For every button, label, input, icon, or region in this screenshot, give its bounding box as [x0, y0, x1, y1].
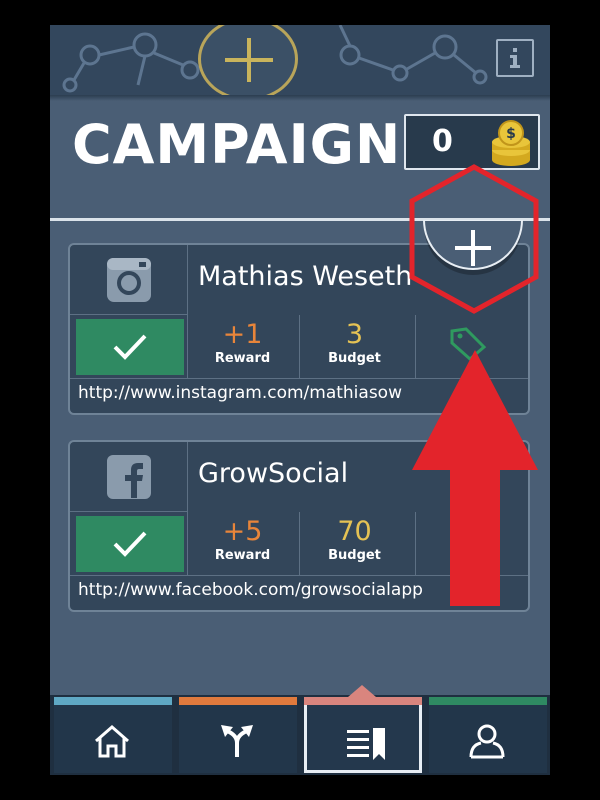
app-screen: CAMPAIGN 0 $ Mathias Weseth +1 Reward 3 … — [50, 25, 550, 775]
budget-label: Budget — [328, 351, 381, 366]
highlight-hexagon — [409, 164, 539, 314]
top-add-button[interactable] — [198, 25, 298, 95]
budget-label: Budget — [328, 548, 381, 563]
coin-stack-icon: $ — [492, 120, 530, 166]
reward-stat: +5 Reward — [187, 512, 297, 576]
accept-button[interactable] — [76, 319, 184, 375]
tab-color-bar — [179, 697, 297, 705]
reward-stat: +1 Reward — [187, 315, 297, 379]
reward-value: +1 — [222, 319, 263, 350]
tab-color-bar — [304, 697, 422, 705]
checkmark-icon — [113, 334, 147, 360]
directions-icon — [221, 725, 253, 757]
coin-balance: 0 $ — [404, 114, 540, 170]
svg-text:$: $ — [506, 126, 516, 142]
checkmark-icon — [113, 531, 147, 557]
campaign-url[interactable]: http://www.instagram.com/mathiasow — [78, 381, 402, 405]
highlight-arrow — [412, 350, 538, 606]
reward-label: Reward — [214, 351, 271, 366]
tab-campaigns[interactable] — [304, 697, 422, 773]
tab-directions[interactable] — [179, 697, 297, 773]
profile-icon — [469, 724, 505, 759]
tab-color-bar — [429, 697, 547, 705]
active-tab-pointer — [348, 685, 376, 697]
campaign-list-icon — [347, 728, 385, 760]
home-icon — [95, 725, 129, 758]
campaign-name: Mathias Weseth — [198, 261, 413, 292]
facebook-icon — [107, 455, 151, 499]
top-header — [50, 25, 550, 95]
page-title: CAMPAIGN — [72, 113, 402, 176]
budget-stat: 70 Budget — [299, 512, 409, 576]
tab-profile[interactable] — [429, 697, 547, 773]
budget-stat: 3 Budget — [299, 315, 409, 379]
budget-value: 70 — [337, 516, 372, 547]
info-button[interactable] — [496, 39, 534, 77]
platform-icon-box — [70, 245, 188, 315]
plus-icon — [225, 38, 273, 82]
nav-strip — [50, 685, 550, 695]
reward-value: +5 — [222, 516, 263, 547]
header-shadow — [50, 95, 550, 101]
reward-label: Reward — [214, 548, 271, 563]
campaign-name: GrowSocial — [198, 458, 349, 489]
budget-value: 3 — [345, 319, 364, 350]
info-icon — [510, 48, 520, 68]
tab-home[interactable] — [54, 697, 172, 773]
bottom-nav — [50, 685, 550, 775]
coin-count: 0 — [432, 124, 453, 159]
campaign-url[interactable]: http://www.facebook.com/growsocialapp — [78, 578, 423, 602]
accept-button[interactable] — [76, 516, 184, 572]
tab-color-bar — [54, 697, 172, 705]
instagram-icon — [107, 258, 151, 302]
platform-icon-box — [70, 442, 188, 512]
network-pattern-decoration — [62, 25, 488, 93]
